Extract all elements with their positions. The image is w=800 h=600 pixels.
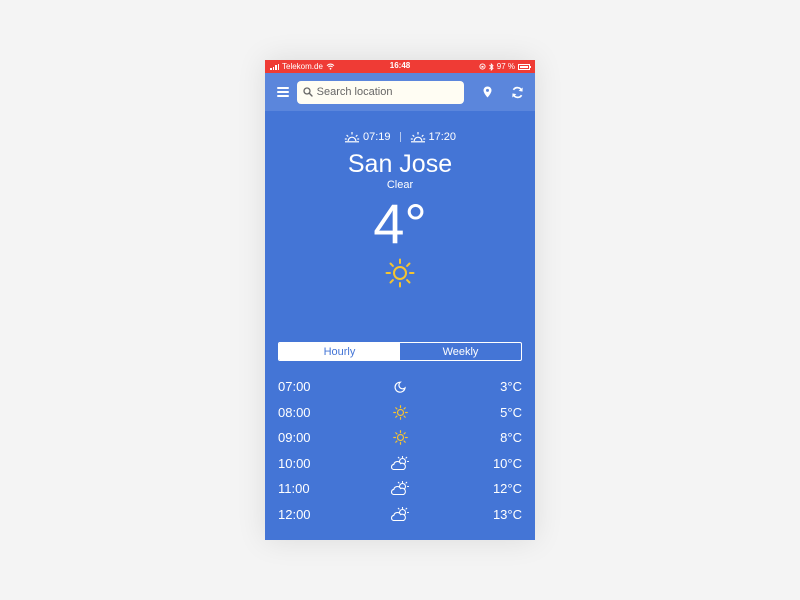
sun-icon	[385, 258, 415, 288]
forecast-tabs: Hourly Weekly	[278, 342, 522, 361]
status-time: 16:48	[389, 61, 411, 70]
sunrise-time: 07:19	[362, 131, 391, 143]
partly-cloudy-icon	[390, 481, 410, 496]
hourly-forecast-list: 07:00 3°C 08:00 5°C 09:00 8°C 10:00 10°C…	[278, 374, 522, 527]
hour-icon	[378, 481, 422, 496]
tab-weekly[interactable]: Weekly	[400, 343, 521, 360]
hourly-row: 10:00 10°C	[278, 451, 522, 477]
sun-times: 07:19 17:20	[265, 131, 535, 143]
sunset-icon	[410, 132, 425, 143]
hour-icon	[378, 506, 422, 522]
hour-time: 11:00	[278, 481, 310, 497]
sun-icon	[392, 430, 408, 446]
weather-condition: Clear	[386, 179, 414, 191]
location-button[interactable]	[480, 84, 496, 100]
refresh-icon	[512, 86, 523, 98]
hour-time: 10:00	[278, 455, 311, 471]
hour-temp: 10°C	[492, 455, 522, 471]
location-pin-icon	[483, 86, 492, 98]
hourly-row: 12:00 13°C	[278, 502, 522, 528]
hour-time: 07:00	[278, 379, 311, 395]
phone-screen: Telekom.de 16:48 97 % Search location 07…	[265, 60, 535, 540]
hour-temp: 5°C	[500, 404, 522, 420]
hourly-row: 09:00 8°C	[278, 425, 522, 451]
hour-icon	[378, 381, 422, 393]
status-bar: Telekom.de 16:48 97 %	[265, 60, 535, 73]
sunset-time: 17:20	[428, 131, 457, 143]
city-name: San Jose	[347, 150, 453, 178]
hour-time: 09:00	[278, 430, 311, 446]
hourly-row: 07:00 3°C	[278, 374, 522, 400]
sunrise-icon	[344, 132, 360, 143]
search-input[interactable]	[316, 86, 457, 98]
search-box[interactable]	[296, 80, 464, 104]
moon-icon	[394, 381, 406, 393]
hour-temp: 3°C	[500, 379, 522, 395]
tab-hourly[interactable]: Hourly	[279, 343, 400, 360]
hour-time: 12:00	[278, 506, 311, 522]
partly-cloudy-icon	[390, 455, 410, 470]
hour-temp: 12°C	[492, 481, 522, 497]
navbar	[265, 73, 535, 111]
current-weather-icon	[265, 258, 535, 288]
hourly-row: 11:00 12°C	[278, 476, 522, 502]
hour-icon	[378, 430, 422, 446]
current-temperature: 4°	[373, 192, 427, 255]
hour-icon	[378, 404, 422, 420]
menu-icon[interactable]	[277, 87, 289, 97]
battery-icon	[518, 63, 531, 70]
hourly-row: 08:00 5°C	[278, 400, 522, 426]
hour-temp: 13°C	[492, 506, 522, 522]
partly-cloudy-icon	[390, 506, 410, 521]
sunrise-group: 07:19	[344, 131, 391, 143]
sun-icon	[392, 404, 408, 420]
sun-times-divider	[399, 132, 401, 142]
hour-time: 08:00	[278, 404, 311, 420]
hour-icon	[378, 455, 422, 471]
sunset-group: 17:20	[410, 131, 457, 143]
search-icon	[302, 87, 313, 97]
hour-temp: 8°C	[500, 430, 522, 446]
refresh-button[interactable]	[509, 84, 525, 100]
